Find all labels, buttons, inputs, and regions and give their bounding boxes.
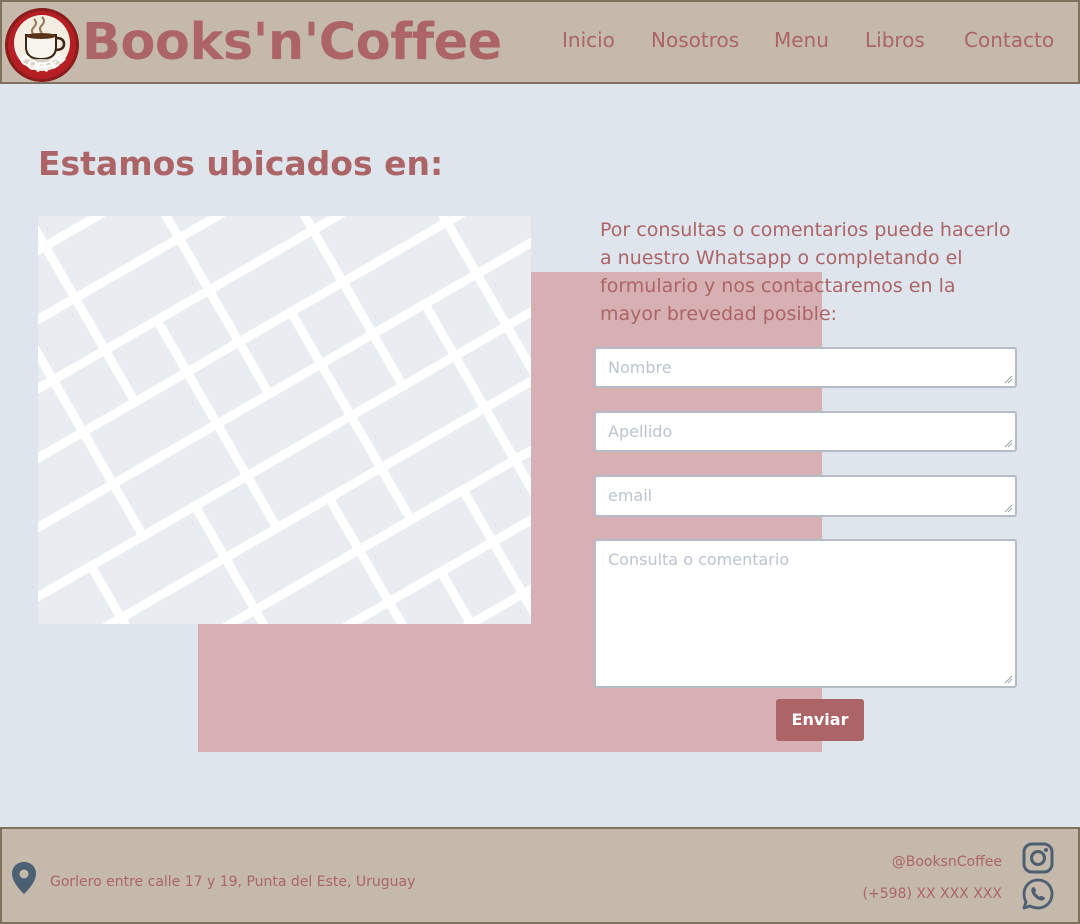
nav-nosotros[interactable]: Nosotros: [651, 26, 739, 54]
resize-grip-icon[interactable]: [1004, 504, 1013, 513]
resize-grip-icon[interactable]: [1004, 675, 1013, 684]
nav-menu[interactable]: Menu: [774, 26, 829, 54]
location-map[interactable]: [38, 216, 531, 624]
whatsapp-number[interactable]: (+598) XX XXX XXX: [863, 886, 1002, 902]
site-header: COFFEE Books'n'Coffee Inicio Nosotros Me…: [0, 0, 1080, 84]
nombre-placeholder: Nombre: [608, 358, 672, 377]
instagram-icon[interactable]: [1021, 841, 1055, 875]
contact-intro: Por consultas o comentarios puede hacerl…: [600, 219, 1011, 325]
nav-inicio[interactable]: Inicio: [562, 26, 615, 54]
footer-address: Gorlero entre calle 17 y 19, Punta del E…: [50, 874, 416, 890]
resize-grip-icon[interactable]: [1004, 375, 1013, 384]
enviar-button[interactable]: Enviar: [776, 699, 864, 741]
site-footer: Gorlero entre calle 17 y 19, Punta del E…: [0, 827, 1080, 924]
email-field[interactable]: email: [594, 475, 1017, 517]
apellido-field[interactable]: Apellido: [594, 411, 1017, 452]
email-placeholder: email: [608, 486, 653, 505]
location-pin-icon: [12, 862, 36, 894]
location-title: Estamos ubicados en:: [38, 144, 444, 183]
apellido-placeholder: Apellido: [608, 422, 673, 441]
nav-libros[interactable]: Libros: [865, 26, 925, 54]
whatsapp-icon[interactable]: [1021, 877, 1055, 911]
nav-contacto[interactable]: Contacto: [964, 26, 1054, 54]
nombre-field[interactable]: Nombre: [594, 347, 1017, 388]
resize-grip-icon[interactable]: [1004, 439, 1013, 448]
consulta-placeholder: Consulta o comentario: [608, 550, 790, 569]
main-nav: Inicio Nosotros Menu Libros Contacto: [2, 26, 1080, 56]
consulta-field[interactable]: Consulta o comentario: [594, 539, 1017, 688]
instagram-handle[interactable]: @BooksnCoffee: [892, 854, 1002, 870]
